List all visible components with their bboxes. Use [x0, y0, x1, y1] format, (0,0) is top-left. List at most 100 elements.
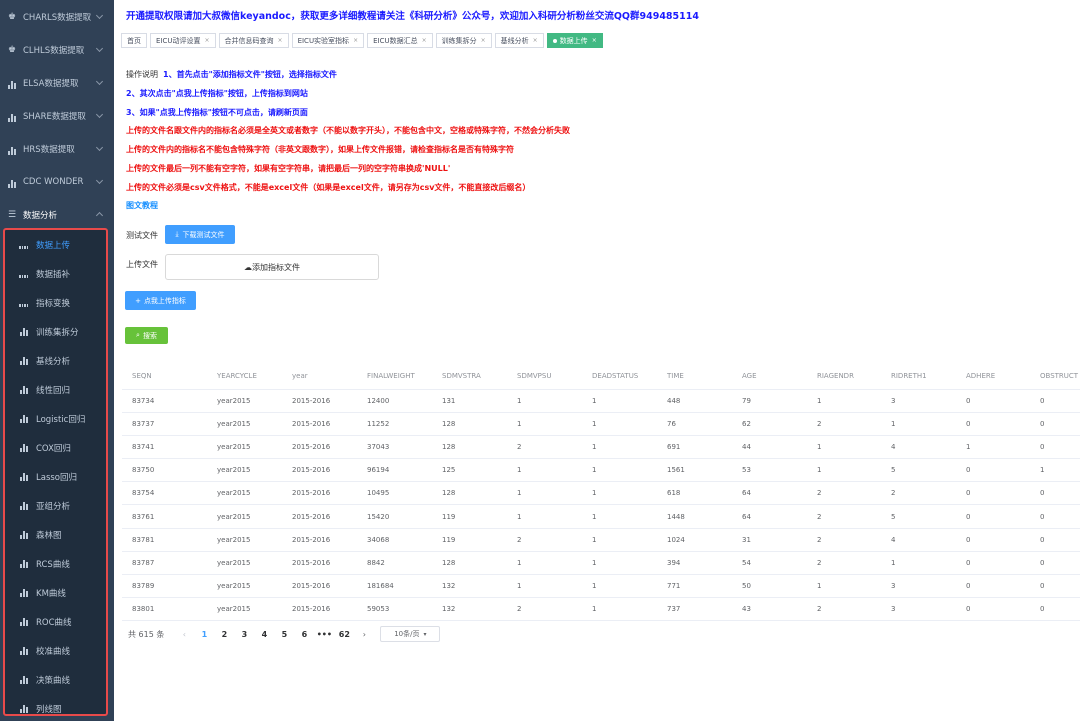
sidebar-menu-item[interactable]: SHARE数据提取 [0, 99, 114, 132]
close-icon[interactable]: × [422, 37, 427, 44]
sidebar-menu-item[interactable]: ELSA数据提取 [0, 66, 114, 99]
table-row[interactable]: 83750 year2015 2015-2016 96194 125 1 1 1561 53 1 5… [122, 458, 1080, 483]
table-cell: 1 [807, 458, 881, 483]
table-cell: 83754 [122, 481, 207, 506]
submenu-item[interactable]: 数据上传 [5, 230, 106, 259]
column-header[interactable]: AGE [732, 364, 807, 390]
table-row[interactable]: 83754 year2015 2015-2016 10495 128 1 1 618 64 2 2 0… [122, 481, 1080, 506]
close-icon[interactable]: × [205, 37, 210, 44]
table-header-row: SEQN YEARCYCLE year FINALWEIGHT SDMVSTRA SDMV… [122, 364, 1080, 390]
page-number[interactable]: ••• [314, 630, 334, 639]
submenu-item-label: 指标变换 [36, 298, 71, 309]
prev-page-icon[interactable]: ‹ [174, 630, 194, 639]
page-number[interactable]: 5 [274, 630, 294, 639]
tab[interactable]: 基线分析 × [494, 33, 544, 48]
submenu-item[interactable]: RCS曲线 [5, 549, 106, 578]
tab-label: 合并信息码查询 [224, 36, 274, 45]
tab[interactable]: 训练集拆分 × [435, 33, 492, 48]
submenu-item-label: 基线分析 [36, 356, 71, 367]
upload-indicators-button[interactable]: + 点我上传指标 [125, 291, 196, 310]
table-row[interactable]: 83789 year2015 2015-2016 181684 132 1 1 771 50 1 3… [122, 574, 1080, 599]
table-row[interactable]: 83741 year2015 2015-2016 37043 128 2 1 691 44 1 4 1… [122, 435, 1080, 460]
submenu-item[interactable]: 校准曲线 [5, 636, 106, 665]
column-header[interactable]: YEARCYCLE [207, 364, 282, 390]
column-header[interactable]: OBSTRUCT [1030, 364, 1080, 390]
tab[interactable]: 数据上传 × [546, 33, 603, 48]
chevron-down-icon [95, 44, 104, 53]
table-cell: 1 [881, 551, 956, 576]
page-number[interactable]: 4 [254, 630, 274, 639]
table-row[interactable]: 83801 year2015 2015-2016 59053 132 2 1 737 43 2 3 0… [122, 597, 1080, 622]
table-cell: 2 [507, 435, 582, 460]
submenu-item[interactable]: 指标变换 [5, 288, 106, 317]
tab[interactable]: EICU数据汇总 × [367, 33, 433, 48]
column-header[interactable]: RIAGENDR [807, 364, 881, 390]
submenu-item[interactable]: 决策曲线 [5, 665, 106, 694]
page-number[interactable]: 1 [194, 630, 214, 639]
tab[interactable]: EICU实验室指标 × [291, 33, 365, 48]
table-row[interactable]: 83737 year2015 2015-2016 11252 128 1 1 76 62 2 1 0 0 [122, 412, 1080, 436]
tab[interactable]: 合并信息码查询 × [218, 33, 289, 48]
submenu-item[interactable]: Logistic回归 [5, 404, 106, 433]
tutorial-link[interactable]: 图文教程 [126, 200, 158, 211]
submenu-item[interactable]: 亚组分析 [5, 491, 106, 520]
submenu-item[interactable]: 线性回归 [5, 375, 106, 404]
instruction-line-3: 3、如果"点我上传指标"按钮不可点击，请刷新页面 [126, 108, 308, 117]
upload-file-label: 上传文件 [126, 260, 158, 269]
submenu-item[interactable]: ROC曲线 [5, 607, 106, 636]
submenu-item[interactable]: 列线图 [5, 694, 106, 721]
sidebar-menu-item[interactable]: HRS数据提取 [0, 132, 114, 165]
next-page-icon[interactable]: › [354, 630, 374, 639]
close-icon[interactable]: × [278, 37, 283, 44]
sidebar-menu-label: 数据分析 [23, 210, 58, 221]
table-cell: 5 [881, 504, 956, 529]
submenu-item[interactable]: 训练集拆分 [5, 317, 106, 346]
table-row[interactable]: 83781 year2015 2015-2016 34068 119 2 1 1024 31 2 4… [122, 528, 1080, 552]
download-test-file-button[interactable]: ⤓ 下载测试文件 [165, 225, 235, 244]
table-cell: 3 [881, 597, 956, 622]
page-number[interactable]: 62 [334, 630, 354, 639]
submenu-item[interactable]: 数据插补 [5, 259, 106, 288]
submenu-item[interactable]: COX回归 [5, 433, 106, 462]
table-row[interactable]: 83761 year2015 2015-2016 15420 119 1 1 1448 64 2 5… [122, 504, 1080, 529]
close-icon[interactable]: × [353, 37, 358, 44]
close-icon[interactable]: × [533, 37, 538, 44]
page-size-select[interactable]: 10条/页 ▾ [380, 626, 441, 642]
bar-chart-icon [19, 530, 28, 539]
column-header[interactable]: year [282, 364, 357, 390]
page-number[interactable]: 2 [214, 630, 234, 639]
submenu-item[interactable]: KM曲线 [5, 578, 106, 607]
table-cell: 12400 [357, 389, 432, 413]
column-header[interactable]: ADHERE [956, 364, 1030, 390]
sidebar-menu-item[interactable]: ♚ CLHLS数据提取 [0, 33, 114, 66]
submenu-item-label: KM曲线 [36, 588, 66, 599]
close-icon[interactable]: × [592, 37, 597, 44]
table-cell: 1448 [657, 504, 732, 529]
table-cell: 0 [1030, 551, 1080, 576]
sidebar-menu-item[interactable]: CDC WONDER [0, 165, 114, 198]
sidebar-menu-item[interactable]: ♚ CHARLS数据提取 [0, 0, 114, 33]
close-icon[interactable]: × [481, 37, 486, 44]
table-cell: 0 [1030, 389, 1080, 413]
table-row[interactable]: 83787 year2015 2015-2016 8842 128 1 1 394 54 2 1 0 0 [122, 551, 1080, 576]
column-header[interactable]: SEQN [122, 364, 207, 390]
column-header[interactable]: SDMVPSU [507, 364, 582, 390]
add-indicator-file-button[interactable]: ☁ 添加指标文件 [165, 254, 379, 280]
column-header[interactable]: SDMVSTRA [432, 364, 507, 390]
table-cell: 1 [582, 481, 657, 506]
page-number[interactable]: 3 [234, 630, 254, 639]
page-number[interactable]: 6 [294, 630, 314, 639]
tab[interactable]: EICU动评设置 × [150, 33, 216, 48]
tab[interactable]: 首页 [121, 33, 147, 48]
column-header[interactable]: RIDRETH1 [881, 364, 956, 390]
column-header[interactable]: DEADSTATUS [582, 364, 657, 390]
submenu-item[interactable]: 基线分析 [5, 346, 106, 375]
table-row[interactable]: 83734 year2015 2015-2016 12400 131 1 1 448 79 1 3 0… [122, 389, 1080, 413]
column-header[interactable]: FINALWEIGHT [357, 364, 432, 390]
search-button[interactable]: ⌕ 搜索 [125, 327, 168, 344]
column-header[interactable]: TIME [657, 364, 732, 390]
sidebar-menu-item[interactable]: ☰ 数据分析 [0, 198, 114, 231]
table-cell: 37043 [357, 435, 432, 460]
submenu-item[interactable]: Lasso回归 [5, 462, 106, 491]
submenu-item[interactable]: 森林图 [5, 520, 106, 549]
